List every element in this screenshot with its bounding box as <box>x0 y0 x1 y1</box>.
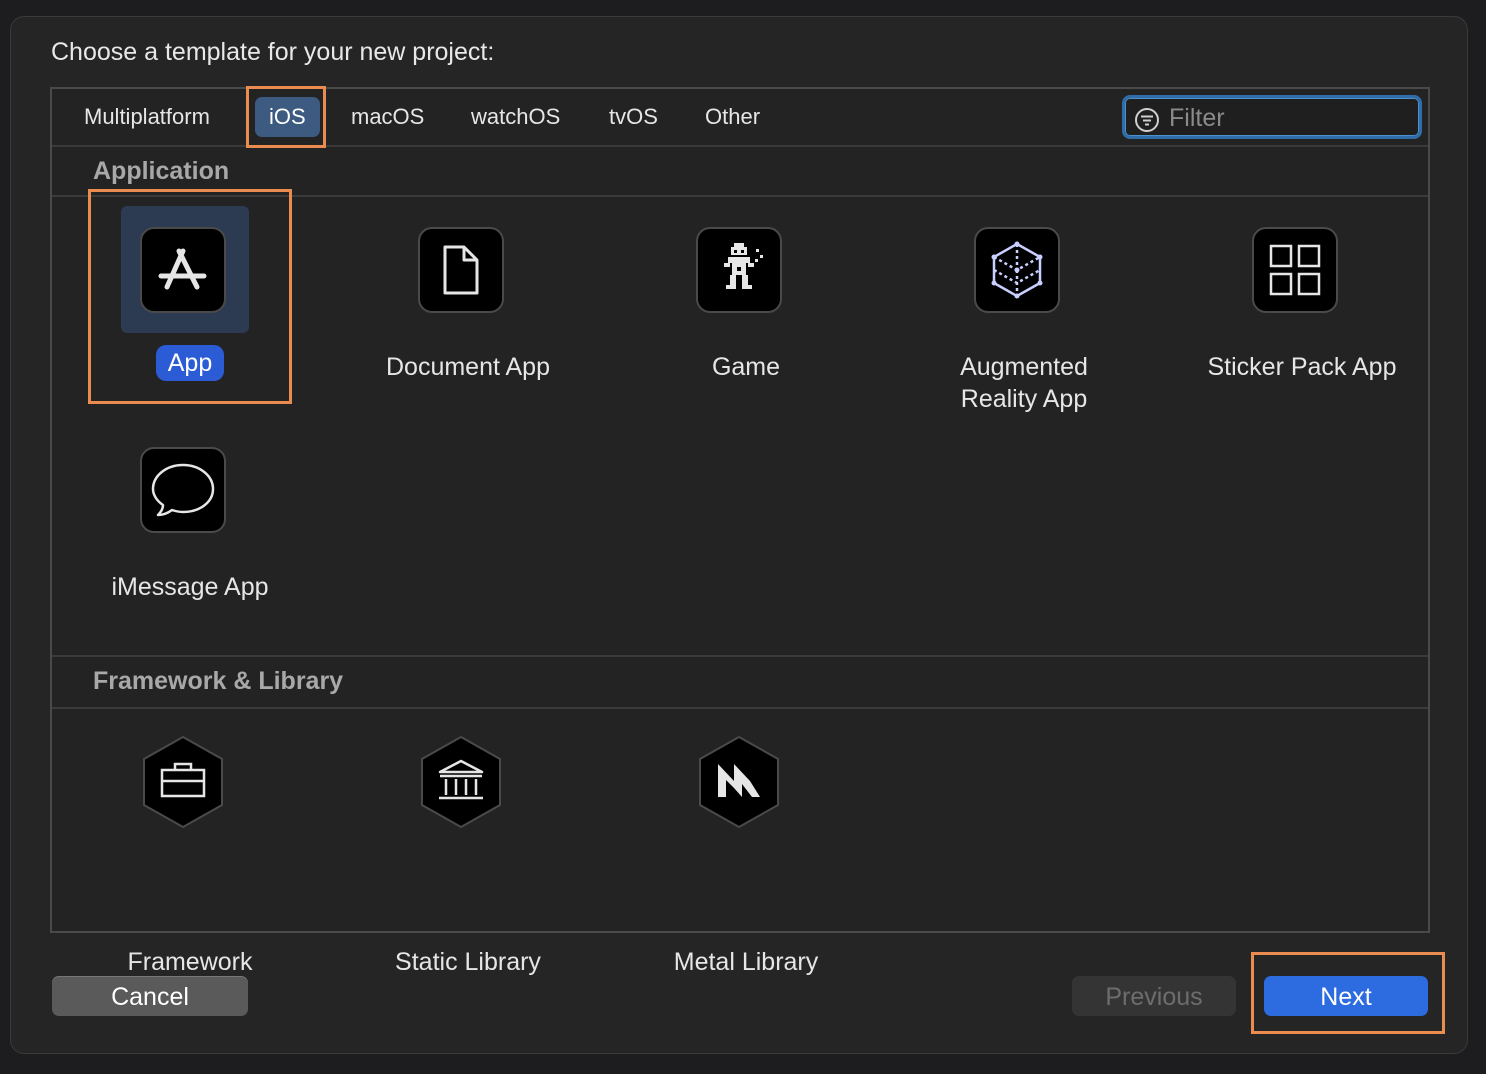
template-app[interactable]: App <box>50 227 330 387</box>
metal-icon <box>699 735 779 829</box>
template-label: Sticker Pack App <box>1207 353 1397 381</box>
ar-cube-icon <box>991 241 1043 299</box>
previous-button[interactable]: Previous <box>1072 976 1236 1016</box>
document-app-icon-tile <box>418 227 504 313</box>
tab-macos[interactable]: macOS <box>337 97 438 137</box>
dialog-prompt: Choose a template for your new project: <box>51 38 495 66</box>
template-imessage-app[interactable]: iMessage App <box>50 447 330 607</box>
template-game[interactable]: Game <box>606 227 886 387</box>
filter-input[interactable] <box>1167 102 1411 134</box>
message-bubble-icon <box>151 463 215 517</box>
section-title: Application <box>93 157 230 185</box>
ar-app-icon-tile <box>974 227 1060 313</box>
tab-tvos[interactable]: tvOS <box>595 97 672 137</box>
game-sprite-icon <box>724 243 763 289</box>
imessage-icon-tile <box>140 447 226 533</box>
sticker-grid-icon <box>1269 244 1321 296</box>
sticker-pack-icon-tile <box>1252 227 1338 313</box>
section-title: Framework & Library <box>93 667 344 695</box>
game-icon-tile <box>696 227 782 313</box>
cancel-button[interactable]: Cancel <box>52 976 248 1016</box>
toolbox-icon <box>143 735 223 829</box>
app-store-icon <box>158 248 207 290</box>
template-sticker-pack-app[interactable]: Sticker Pack App <box>1162 227 1442 387</box>
template-label: iMessage App <box>111 573 269 601</box>
tab-multiplatform[interactable]: Multiplatform <box>70 97 224 137</box>
template-metal-library[interactable]: Metal Library <box>606 734 886 976</box>
template-augmented-reality-app[interactable]: Augmented Reality App <box>884 227 1164 417</box>
framework-icon-tile <box>140 734 226 830</box>
template-document-app[interactable]: Document App <box>328 227 608 387</box>
app-icon-tile <box>140 227 226 313</box>
metal-library-icon-tile <box>696 734 782 830</box>
document-icon <box>443 245 479 295</box>
tab-watchos[interactable]: watchOS <box>457 97 574 137</box>
tab-other[interactable]: Other <box>691 97 774 137</box>
section-header-application: Application <box>52 147 1428 197</box>
filter-icon <box>1135 108 1159 132</box>
platform-tab-bar: Multiplatform iOS macOS watchOS tvOS Oth… <box>52 89 1428 147</box>
template-label: Document App <box>386 353 550 381</box>
template-label: Metal Library <box>673 948 819 976</box>
template-label: Augmented Reality App <box>960 353 1088 413</box>
template-label: App <box>50 345 330 381</box>
template-framework[interactable]: Framework <box>50 734 330 976</box>
template-label: Game <box>711 353 781 381</box>
template-panel: Multiplatform iOS macOS watchOS tvOS Oth… <box>50 87 1430 976</box>
static-library-icon-tile <box>418 734 504 830</box>
section-header-framework-library: Framework & Library <box>52 657 1428 709</box>
template-label: Static Library <box>395 948 541 976</box>
tab-ios[interactable]: iOS <box>255 97 320 137</box>
template-static-library[interactable]: Static Library <box>328 734 608 976</box>
next-button[interactable]: Next <box>1264 976 1428 1016</box>
filter-field[interactable] <box>1122 95 1422 139</box>
template-label: Framework <box>127 948 253 976</box>
library-building-icon <box>421 735 501 829</box>
